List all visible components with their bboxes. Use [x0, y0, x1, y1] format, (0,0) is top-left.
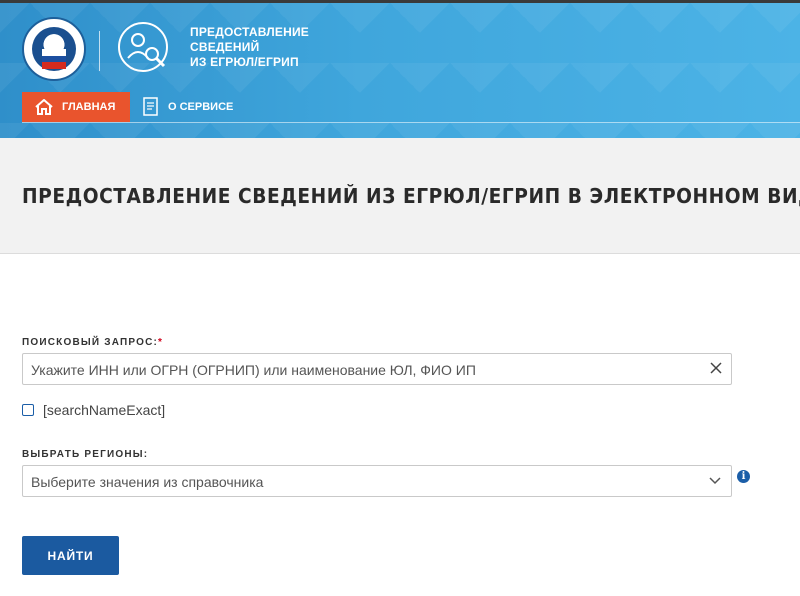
site-header: ПРЕДОСТАВЛЕНИЕ СВЕДЕНИЙ ИЗ ЕГРЮЛ/ЕГРИП Г… [0, 3, 800, 138]
required-mark: * [158, 337, 164, 348]
service-worker-icon[interactable] [116, 20, 170, 74]
search-input[interactable]: Укажите ИНН или ОГРН (ОГРНИП) или наимен… [22, 353, 732, 385]
fns-emblem-icon[interactable] [22, 17, 86, 81]
search-submit-button[interactable]: НАЙТИ [22, 536, 119, 575]
search-name-exact-checkbox[interactable] [22, 404, 34, 416]
home-icon [35, 99, 53, 115]
logo-title[interactable]: ПРЕДОСТАВЛЕНИЕ СВЕДЕНИЙ ИЗ ЕГРЮЛ/ЕГРИП [190, 25, 309, 70]
logo-divider [99, 31, 100, 71]
logo-title-line: ИЗ ЕГРЮЛ/ЕГРИП [190, 55, 299, 69]
page-title: ПРЕДОСТАВЛЕНИЕ СВЕДЕНИЙ ИЗ ЕГРЮЛ/ЕГРИП В… [22, 184, 800, 208]
nav-home-label: ГЛАВНАЯ [62, 101, 116, 113]
query-label: ПОИСКОВЫЙ ЗАПРОС:* [22, 337, 163, 348]
regions-label: ВЫБРАТЬ РЕГИОНЫ: [22, 449, 149, 460]
regions-select-placeholder: Выберите значения из справочника [31, 474, 264, 490]
query-label-text: ПОИСКОВЫЙ ЗАПРОС: [22, 337, 159, 348]
chevron-down-icon[interactable] [709, 476, 721, 486]
logo-title-line: ПРЕДОСТАВЛЕНИЕ [190, 25, 310, 39]
info-icon[interactable]: i [737, 470, 750, 483]
search-name-exact-label[interactable]: [searchNameExact] [43, 402, 165, 418]
main-nav: ГЛАВНАЯ О СЕРВИСЕ [22, 92, 233, 122]
document-icon [143, 97, 158, 116]
search-input-placeholder: Укажите ИНН или ОГРН (ОГРНИП) или наимен… [31, 362, 476, 378]
nav-about-link[interactable]: О СЕРВИСЕ [142, 97, 233, 117]
nav-home-link[interactable]: ГЛАВНАЯ [22, 92, 130, 122]
regions-select[interactable]: Выберите значения из справочника [22, 465, 732, 497]
logo-title-line: СВЕДЕНИЙ [190, 40, 260, 54]
nav-divider [22, 122, 800, 123]
clear-icon[interactable] [709, 361, 723, 375]
nav-about-label: О СЕРВИСЕ [168, 101, 234, 113]
